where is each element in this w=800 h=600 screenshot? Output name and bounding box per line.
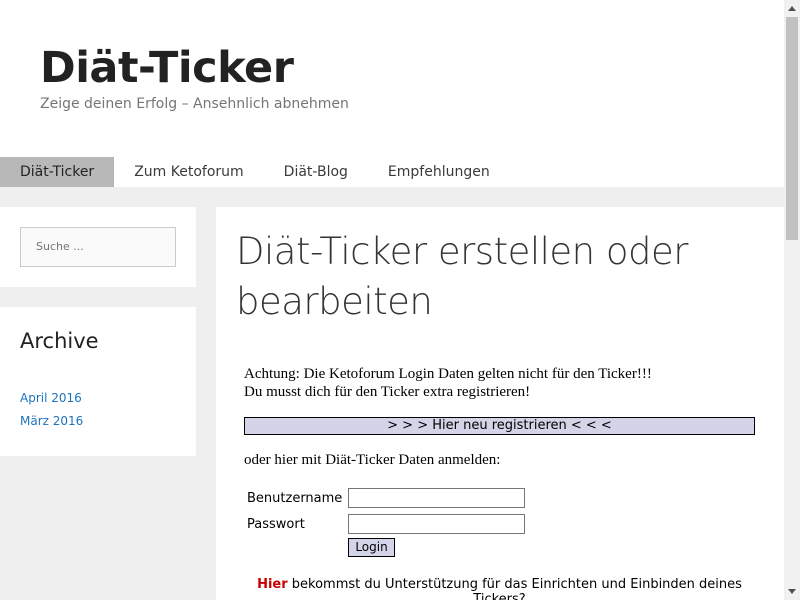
username-label: Benutzername <box>247 491 343 506</box>
username-field[interactable] <box>348 488 525 508</box>
page: Diät-Ticker Zeige deinen Erfolg – Ansehn… <box>0 0 784 600</box>
help-text: Hier bekommst du Unterstützung für das E… <box>244 577 755 600</box>
site-title[interactable]: Diät-Ticker <box>40 40 294 96</box>
page-title: Diät-Ticker erstellen oder bearbeiten <box>236 230 689 323</box>
page-scrollbar[interactable] <box>784 0 800 600</box>
password-label: Passwort <box>247 517 305 532</box>
nav-item-empfehlungen[interactable]: Empfehlungen <box>368 157 510 187</box>
main-navigation: Diät-Ticker Zum Ketoforum Diät-Blog Empf… <box>0 157 784 187</box>
site-header: Diät-Ticker Zeige deinen Erfolg – Ansehn… <box>0 0 784 157</box>
nav-item-ketoforum[interactable]: Zum Ketoforum <box>114 157 263 187</box>
archive-link-maerz-2016[interactable]: März 2016 <box>20 414 83 428</box>
login-notice: Achtung: Die Ketoforum Login Daten gelte… <box>244 365 652 401</box>
notice-line-1: Achtung: Die Ketoforum Login Daten gelte… <box>244 366 652 382</box>
nav-item-diaet-blog[interactable]: Diät-Blog <box>264 157 368 187</box>
help-link[interactable]: Hier <box>257 577 288 592</box>
search-widget: Suche ... <box>0 207 196 287</box>
main-content: Diät-Ticker erstellen oder bearbeiten Ac… <box>216 207 784 600</box>
archive-widget: Archive April 2016 März 2016 <box>0 307 196 456</box>
login-intro: oder hier mit Diät-Ticker Daten anmelden… <box>244 452 501 468</box>
archive-link-april-2016[interactable]: April 2016 <box>20 391 82 405</box>
notice-line-2: Du musst dich für den Ticker extra regis… <box>244 384 531 400</box>
register-link[interactable]: > > > Hier neu registrieren < < < <box>244 417 755 435</box>
site-tagline: Zeige deinen Erfolg – Ansehnlich abnehme… <box>40 96 349 112</box>
scroll-up-arrow-icon[interactable] <box>784 0 800 16</box>
help-text-body: bekommst du Unterstützung für das Einric… <box>287 577 742 600</box>
login-button[interactable]: Login <box>348 538 395 557</box>
archive-title: Archive <box>20 329 99 353</box>
search-input[interactable]: Suche ... <box>20 227 176 267</box>
scroll-down-arrow-icon[interactable] <box>784 584 800 600</box>
nav-item-diaet-ticker[interactable]: Diät-Ticker <box>0 157 115 187</box>
password-field[interactable] <box>348 514 525 534</box>
scrollbar-thumb[interactable] <box>786 17 798 240</box>
